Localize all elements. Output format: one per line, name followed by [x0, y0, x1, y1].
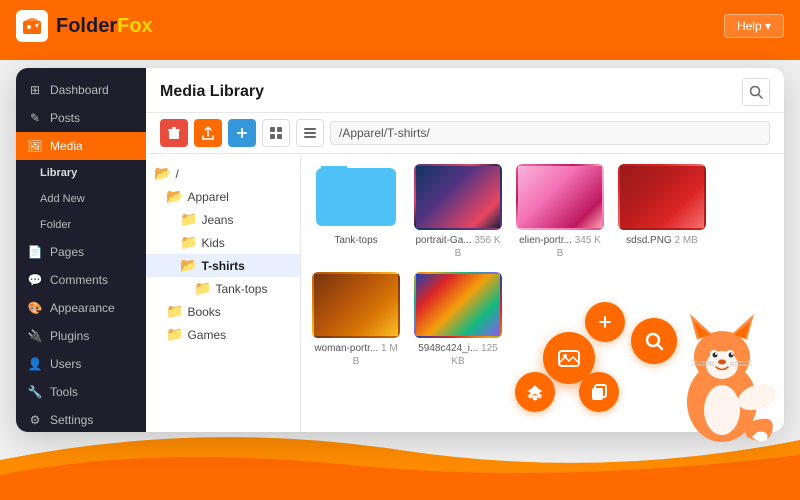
folder-icon: 📁	[166, 326, 183, 343]
fab-search-button[interactable]	[631, 318, 677, 364]
upload-fab-icon	[526, 383, 544, 401]
upload-button[interactable]	[194, 119, 222, 147]
image-thumbnail	[516, 164, 604, 230]
tree-item-tshirts[interactable]: 📂 T-shirts	[146, 254, 300, 277]
posts-icon: ✎	[28, 111, 42, 125]
copy-fab-icon	[590, 383, 608, 401]
folder-tree: 📂 / 📂 Apparel 📁 Jeans 📁 Kids	[146, 154, 301, 432]
file-name: sdsd.PNG 2 MB	[626, 234, 698, 247]
sidebar: ⊞ Dashboard ✎ Posts 🖼 Media Library Add …	[16, 68, 146, 432]
grid-view-button[interactable]	[262, 119, 290, 147]
file-item-5948c424[interactable]: 5948c424_i... 125 KB	[413, 272, 503, 368]
sidebar-item-tools[interactable]: 🔧 Tools	[16, 378, 146, 406]
tree-item-jeans[interactable]: 📁 Jeans	[146, 208, 300, 231]
sidebar-item-settings[interactable]: ⚙ Settings	[16, 406, 146, 432]
tree-item-tanktops[interactable]: 📁 Tank-tops	[146, 277, 300, 300]
file-item-tank-tops-folder[interactable]: Tank-tops	[311, 164, 401, 260]
plugins-icon: 🔌	[28, 329, 42, 343]
image-thumbnail	[414, 164, 502, 230]
file-name: portrait-Ga... 356 KB	[414, 234, 502, 260]
list-view-button[interactable]	[296, 119, 324, 147]
tree-item-games[interactable]: 📁 Games	[146, 323, 300, 346]
tree-item-root[interactable]: 📂 /	[146, 162, 300, 185]
fab-add-button[interactable]	[585, 302, 625, 342]
fab-upload-button[interactable]	[515, 372, 555, 412]
file-item-elien-portr[interactable]: elien-portr... 345 KB	[515, 164, 605, 260]
folder-thumbnail	[312, 164, 400, 230]
comments-icon: 💬	[28, 273, 42, 287]
sidebar-item-appearance[interactable]: 🎨 Appearance	[16, 294, 146, 322]
tree-item-apparel[interactable]: 📂 Apparel	[146, 185, 300, 208]
pages-icon: 📄	[28, 245, 42, 259]
folder-icon: 📁	[166, 303, 183, 320]
page-title: Media Library	[160, 83, 264, 101]
sidebar-item-library[interactable]: Library	[16, 160, 146, 186]
add-fab-icon	[597, 314, 613, 330]
sidebar-item-pages[interactable]: 📄 Pages	[16, 238, 146, 266]
file-item-portrait-ga[interactable]: portrait-Ga... 356 KB	[413, 164, 503, 260]
app-header: FolderFox Help ▾	[0, 0, 800, 52]
list-icon	[304, 128, 316, 138]
content-header: Media Library	[146, 68, 784, 113]
folder-open-icon: 📂	[180, 257, 197, 274]
logo-icon	[16, 10, 48, 42]
image-thumbnail	[618, 164, 706, 230]
add-icon	[236, 127, 248, 139]
file-name: elien-portr... 345 KB	[516, 234, 604, 260]
settings-icon: ⚙	[28, 413, 42, 427]
tree-item-kids[interactable]: 📁 Kids	[146, 231, 300, 254]
sidebar-item-comments[interactable]: 💬 Comments	[16, 266, 146, 294]
users-icon: 👤	[28, 357, 42, 371]
gallery-icon	[558, 347, 580, 369]
folder-icon: 📁	[180, 234, 197, 251]
sidebar-item-users[interactable]: 👤 Users	[16, 350, 146, 378]
sidebar-item-plugins[interactable]: 🔌 Plugins	[16, 322, 146, 350]
sidebar-item-media[interactable]: 🖼 Media	[16, 132, 146, 160]
toolbar: /Apparel/T-shirts/	[146, 113, 784, 154]
search-fab-icon	[644, 331, 664, 351]
upload-icon	[201, 126, 215, 140]
file-item-sdsd-png[interactable]: sdsd.PNG 2 MB	[617, 164, 707, 260]
folder-open-icon: 📂	[154, 165, 171, 182]
sidebar-item-dashboard[interactable]: ⊞ Dashboard	[16, 76, 146, 104]
sidebar-item-add-new[interactable]: Add New	[16, 186, 146, 212]
file-name: Tank-tops	[334, 234, 377, 247]
file-name: 5948c424_i... 125 KB	[414, 342, 502, 368]
image-thumbnail	[414, 272, 502, 338]
help-button[interactable]: Help ▾	[724, 14, 784, 38]
appearance-icon: 🎨	[28, 301, 42, 315]
folder-icon: 📁	[194, 280, 211, 297]
fab-group	[515, 302, 625, 412]
search-button[interactable]	[742, 78, 770, 106]
tree-item-books[interactable]: 📁 Books	[146, 300, 300, 323]
fox-illustration	[662, 272, 782, 442]
path-breadcrumb: /Apparel/T-shirts/	[330, 121, 770, 145]
search-icon	[749, 85, 763, 99]
file-item-woman-portr[interactable]: woman-portr... 1 MB	[311, 272, 401, 368]
folder-icon: 📁	[180, 211, 197, 228]
sidebar-item-folder[interactable]: Folder	[16, 212, 146, 238]
file-name: woman-portr... 1 MB	[312, 342, 400, 368]
tools-icon: 🔧	[28, 385, 42, 399]
delete-icon	[168, 126, 180, 140]
media-icon: 🖼	[28, 139, 42, 153]
logo-text: FolderFox	[56, 15, 153, 38]
delete-button[interactable]	[160, 119, 188, 147]
image-thumbnail	[312, 272, 400, 338]
fab-copy-button[interactable]	[579, 372, 619, 412]
logo: FolderFox	[16, 10, 153, 42]
grid-icon	[270, 127, 282, 139]
folder-open-icon: 📂	[166, 188, 183, 205]
dashboard-icon: ⊞	[28, 83, 42, 97]
sidebar-item-posts[interactable]: ✎ Posts	[16, 104, 146, 132]
add-button[interactable]	[228, 119, 256, 147]
